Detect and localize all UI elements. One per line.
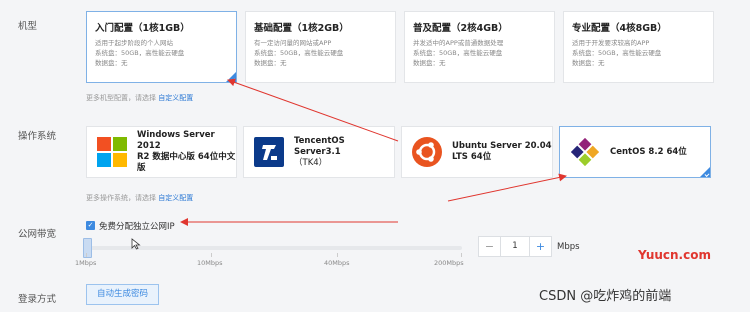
bandwidth-unit: Mbps — [557, 242, 580, 252]
model-card-system-disk: 系统盘：50GB，高性能云硬盘 — [95, 49, 185, 57]
slider-tick — [461, 253, 462, 257]
os-name: TencentOS Server3.1 （TK4） — [294, 136, 394, 169]
model-card-data-disk: 数据盘：无 — [572, 59, 605, 67]
os-name: Ubuntu Server 20.04 LTS 64位 — [452, 141, 552, 163]
os-hint-text: 更多操作系统，请选择 — [86, 194, 156, 202]
os-card-ubuntu[interactable]: Ubuntu Server 20.04 LTS 64位 — [401, 126, 553, 178]
os-name-line: Windows Server 2012 — [137, 130, 215, 151]
os-card-windows[interactable]: Windows Server 2012 R2 数据中心版 64位中文 版 — [86, 126, 237, 178]
os-name-line: 版 — [137, 163, 146, 173]
bandwidth-label: 公网带宽 — [18, 229, 57, 240]
public-ip-checkbox[interactable]: ✓ — [86, 221, 95, 230]
model-hint: 更多机型配置，请选择 自定义配置 — [86, 93, 193, 103]
model-card-basic[interactable]: 基础配置（1核2GB） 有一定访问量的网站或APP 系统盘：50GB，高性能云硬… — [245, 11, 396, 83]
model-hint-text: 更多机型配置，请选择 — [86, 94, 156, 102]
model-card-standard[interactable]: 普及配置（2核4GB） 并发适中的APP或普通数据处理 系统盘：50GB，高性能… — [404, 11, 555, 83]
model-card-desc: 适用于起步阶段的个人网站 — [95, 39, 173, 47]
model-card-title: 入门配置（1核1GB） — [95, 23, 190, 34]
os-name-line: R2 数据中心版 64位中文 — [137, 152, 236, 162]
slider-tick-label: 10Mbps — [197, 259, 223, 267]
os-name-line: （TK4） — [294, 157, 328, 168]
ubuntu-logo-icon — [410, 135, 444, 169]
slider-tick — [337, 253, 338, 257]
os-label: 操作系统 — [18, 131, 57, 142]
site-watermark: Yuucn.com — [638, 248, 711, 262]
slider-tick-label: 200Mbps — [434, 259, 464, 267]
model-card-title: 普及配置（2核4GB） — [413, 23, 508, 34]
decrement-button[interactable]: − — [479, 237, 501, 256]
model-card-data-disk: 数据盘：无 — [95, 59, 128, 67]
os-name: Windows Server 2012 R2 数据中心版 64位中文 版 — [137, 130, 236, 174]
os-name-line: LTS 64位 — [452, 152, 492, 162]
model-card-title: 基础配置（1核2GB） — [254, 23, 349, 34]
annotation-arrow-os — [447, 173, 567, 202]
mouse-cursor-icon — [131, 238, 141, 250]
model-card-system-disk: 系统盘：50GB，高性能云硬盘 — [413, 49, 503, 57]
slider-tick-label: 1Mbps — [75, 259, 97, 267]
model-card-system-disk: 系统盘：50GB，高性能云硬盘 — [254, 49, 344, 57]
auto-generate-password-button[interactable]: 自动生成密码 — [86, 284, 159, 305]
bandwidth-slider-track[interactable] — [86, 246, 462, 250]
model-card-system-disk: 系统盘：50GB，高性能云硬盘 — [572, 49, 662, 57]
os-name-line: Ubuntu Server 20.04 — [452, 141, 552, 151]
custom-config-link[interactable]: 自定义配置 — [158, 94, 193, 102]
os-card-centos[interactable]: CentOS 8.2 64位 — [559, 126, 711, 178]
model-card-desc: 有一定访问量的网站或APP — [254, 39, 332, 47]
model-card-data-disk: 数据盘：无 — [254, 59, 287, 67]
os-card-tencentos[interactable]: TencentOS Server3.1 （TK4） — [243, 126, 395, 178]
os-hint: 更多操作系统，请选择 自定义配置 — [86, 193, 193, 203]
author-watermark: CSDN @吃炸鸡的前端 — [539, 289, 672, 304]
model-card-title: 专业配置（4核8GB） — [572, 23, 667, 34]
centos-logo-icon — [568, 135, 602, 169]
model-card-desc: 并发适中的APP或普通数据处理 — [413, 39, 504, 47]
increment-button[interactable]: + — [529, 237, 551, 256]
selected-check-icon — [700, 167, 710, 177]
model-label: 机型 — [18, 21, 38, 32]
selected-check-icon — [226, 72, 236, 82]
slider-tick — [211, 253, 212, 257]
os-name-line: CentOS 8.2 64位 — [610, 146, 687, 157]
model-card-desc: 适用于开发要求较高的APP — [572, 39, 650, 47]
bandwidth-slider-handle[interactable] — [83, 238, 92, 258]
custom-os-link[interactable]: 自定义配置 — [158, 194, 193, 202]
windows-logo-icon — [95, 135, 129, 169]
slider-tick — [86, 253, 87, 257]
bandwidth-value-input[interactable]: 1 — [501, 237, 529, 256]
os-name-line: TencentOS Server3.1 — [294, 135, 345, 157]
login-method-label: 登录方式 — [18, 294, 57, 305]
bandwidth-stepper[interactable]: − 1 + — [478, 236, 552, 257]
tencentos-logo-icon — [252, 135, 286, 169]
model-card-data-disk: 数据盘：无 — [413, 59, 446, 67]
model-card-professional[interactable]: 专业配置（4核8GB） 适用于开发要求较高的APP 系统盘：50GB，高性能云硬… — [563, 11, 714, 83]
slider-tick-label: 40Mbps — [324, 259, 350, 267]
model-card-entry[interactable]: 入门配置（1核1GB） 适用于起步阶段的个人网站 系统盘：50GB，高性能云硬盘… — [86, 11, 237, 83]
os-name: CentOS 8.2 64位 — [610, 147, 687, 158]
public-ip-checkbox-label[interactable]: 免费分配独立公网IP — [99, 220, 175, 232]
